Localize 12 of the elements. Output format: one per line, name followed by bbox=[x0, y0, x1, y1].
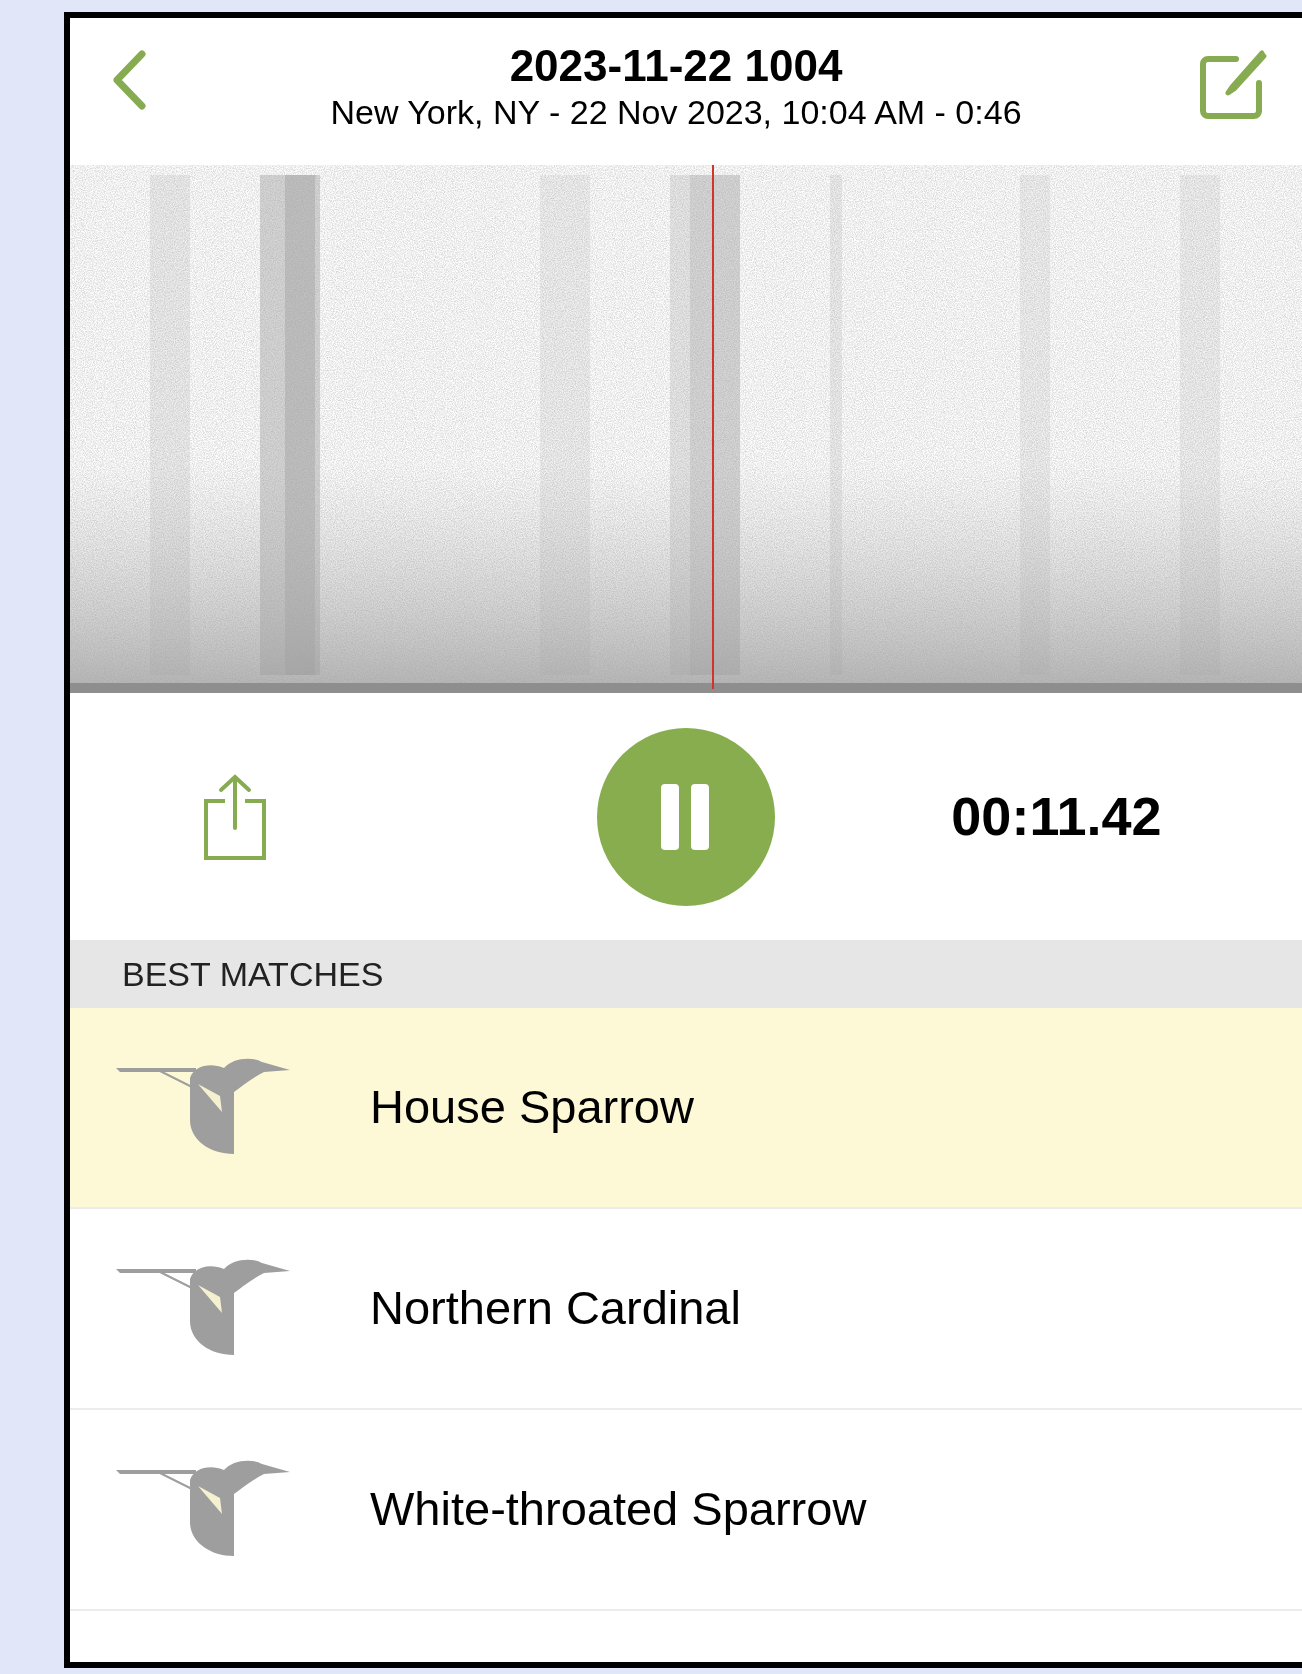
edit-icon bbox=[1198, 49, 1268, 121]
pause-icon bbox=[661, 783, 711, 850]
species-name: House Sparrow bbox=[370, 1079, 694, 1136]
species-name: Northern Cardinal bbox=[370, 1280, 741, 1337]
share-icon bbox=[203, 773, 268, 860]
match-row[interactable]: House Sparrow bbox=[70, 1008, 1302, 1209]
recording-details: New York, NY - 22 Nov 2023, 10:04 AM - 0:46 bbox=[330, 92, 1022, 132]
species-name: White-throated Sparrow bbox=[370, 1481, 867, 1538]
recording-title: 2023-11-22 1004 bbox=[509, 40, 843, 92]
back-icon bbox=[112, 50, 146, 110]
playback-time: 00:11.42 bbox=[951, 785, 1162, 848]
section-title: BEST MATCHES bbox=[122, 953, 384, 995]
